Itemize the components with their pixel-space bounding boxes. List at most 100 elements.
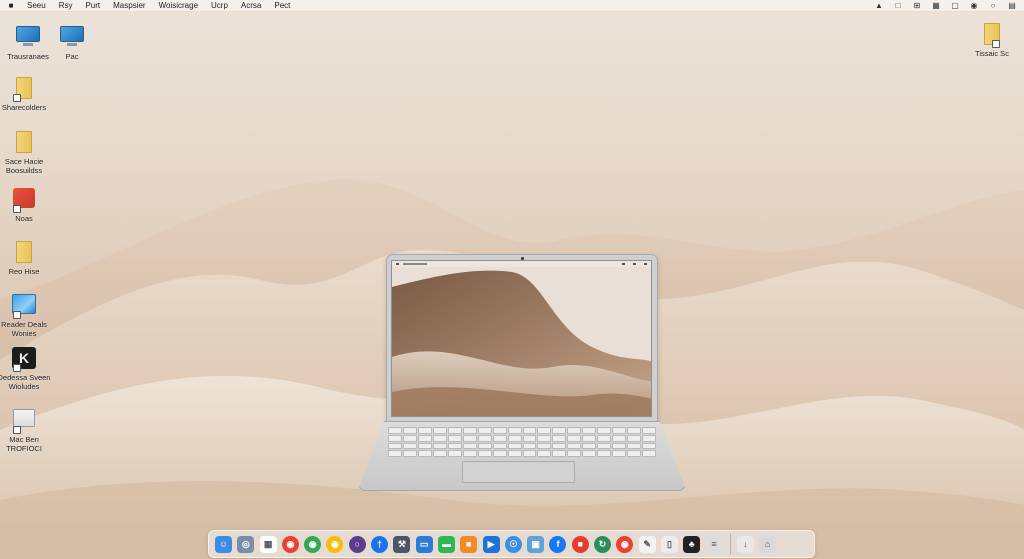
keyboard-key (417, 427, 432, 434)
calendar-icon[interactable]: ▦ (932, 2, 940, 10)
sync-icon[interactable]: ↻ (594, 535, 612, 553)
calendar-icon[interactable]: ▦ (259, 535, 277, 553)
desktop-icon-noas[interactable]: Noas (0, 186, 52, 223)
menu-item-3[interactable]: Purt (85, 1, 100, 10)
menu-item-6[interactable]: Ucrp (211, 1, 228, 10)
dock-separator (729, 534, 731, 554)
facebook-icon[interactable]: f (549, 535, 567, 553)
apple-logo-icon[interactable]: ■ (5, 1, 17, 10)
tools-icon[interactable]: ⚒ (393, 535, 411, 553)
desktop-icon-pac[interactable]: Pac (44, 22, 100, 61)
downloads-icon[interactable]: ↓ (736, 535, 754, 553)
tor-icon[interactable]: ○ (348, 535, 366, 553)
keyboard-key (582, 450, 597, 457)
pages-icon[interactable]: ■ (460, 535, 478, 553)
chrome-icon[interactable]: ◉ (281, 535, 299, 553)
menu-item-7[interactable]: Acrsa (241, 1, 261, 10)
keyboard-key (388, 427, 402, 434)
stop-icon[interactable]: ■ (571, 535, 589, 553)
alias-arrow-icon (992, 40, 1000, 48)
keyboard-key (492, 450, 507, 457)
keyboard-key (552, 450, 567, 457)
launchpad-icon[interactable]: ◎ (237, 535, 255, 553)
keyboard-key (552, 434, 567, 442)
keyboard-key (477, 434, 492, 442)
desktop-icon-label: Dedessa Sveen Wioludes (0, 373, 51, 391)
preview-icon[interactable]: ▣ (527, 535, 545, 553)
chrome-icon[interactable]: ◉ (304, 535, 322, 553)
menu-item-4[interactable]: Maspsier (113, 1, 145, 10)
keyboard-key (567, 427, 582, 434)
sound-icon[interactable]: ◉ (970, 2, 978, 10)
alias-arrow-icon (13, 311, 21, 319)
desktop-icon-label: Tissaic Sc (975, 49, 1009, 58)
keyboard-key (417, 442, 432, 450)
desktop-icon-sharecolders[interactable]: Sharecolders (0, 76, 52, 112)
desktop-icon-label: Sace Hacie Boosuildss (4, 157, 44, 175)
keyboard-key (597, 442, 612, 450)
keyboard-key (507, 442, 522, 450)
window-icon[interactable]: □ (894, 2, 902, 10)
mini-wallpaper (392, 267, 651, 416)
keyboard-key (462, 442, 477, 450)
keyboard-key (388, 434, 402, 442)
keyboard-key (612, 427, 627, 434)
search-icon[interactable]: ○ (989, 2, 997, 10)
desktop-icon-label: Mac Ben TROFIOCI (6, 435, 42, 453)
keyboard-key (402, 450, 417, 457)
keyboard-key (552, 427, 567, 434)
keyboard-key (522, 427, 537, 434)
menu-item-5[interactable]: Woisicrage (159, 1, 198, 10)
control-center-icon[interactable]: ▤ (1008, 2, 1016, 10)
keynote-icon[interactable]: ▭ (415, 535, 433, 553)
keyboard-key (627, 427, 642, 434)
menu-items: Seeu Rsy Purt Maspsier Woisicrage Ucrp A… (27, 1, 303, 10)
menu-item-2[interactable]: Rsy (59, 1, 73, 10)
keyboard-key (492, 434, 507, 442)
tux-icon[interactable]: ♣ (683, 535, 701, 553)
desktop-icon-tissaic[interactable]: Tissaic Sc (964, 22, 1020, 58)
desktop-icon-dedessa[interactable]: K Dedessa Sveen Wioludes (0, 346, 52, 391)
trash-icon[interactable]: ⌂ (759, 535, 777, 553)
keyboard-key (597, 427, 612, 434)
keyboard-key (462, 427, 477, 434)
alias-arrow-icon (13, 94, 21, 102)
eject-icon[interactable]: ▲ (875, 2, 883, 10)
desktop-icon-mac-ben[interactable]: Mac Ben TROFIOCI (0, 406, 52, 453)
safari-icon[interactable]: ☉ (504, 535, 522, 553)
monitor-icon (16, 26, 40, 46)
script-icon[interactable]: ≡ (705, 535, 723, 553)
keyboard-key (612, 434, 627, 442)
keyboard-key (417, 450, 432, 457)
laptop-trackpad (462, 461, 575, 483)
keyboard-key (642, 427, 656, 434)
play-icon[interactable]: ▶ (482, 535, 500, 553)
keyboard-key (582, 442, 597, 450)
messages-icon[interactable]: ▬ (437, 535, 455, 553)
desktop-icon-reader[interactable]: Reader Deals Wonies (0, 292, 52, 338)
desktop-icon-reo-hise[interactable]: Reo Hise (0, 240, 52, 276)
doc-icon[interactable]: ▯ (660, 535, 678, 553)
document-icon (13, 409, 35, 427)
chrome-icon[interactable]: ◉ (616, 535, 634, 553)
keyboard-key (522, 442, 537, 450)
video-icon[interactable]: ▢ (951, 2, 959, 10)
keyboard-key (537, 427, 552, 434)
desktop-icon-sace-folder[interactable]: Sace Hacie Boosuildss (0, 130, 52, 175)
finder-icon[interactable]: ☺ (215, 535, 232, 553)
keyboard-key (642, 434, 656, 442)
keyboard-key (612, 450, 627, 457)
keyboard-key (522, 450, 537, 457)
keyboard-key (447, 427, 462, 434)
chrome-icon[interactable]: ◉ (326, 535, 344, 553)
pin-icon[interactable]: † (371, 535, 389, 553)
keyboard-key (597, 434, 612, 442)
menu-item-8[interactable]: Pect (274, 1, 290, 10)
keyboard-key (462, 434, 477, 442)
menu-bar: ■ Seeu Rsy Purt Maspsier Woisicrage Ucrp… (0, 0, 1024, 12)
menu-item-1[interactable]: Seeu (27, 1, 46, 10)
textedit-icon[interactable]: ✎ (638, 535, 656, 553)
desktop-icon-label: Pac (65, 52, 79, 61)
keyboard-key (477, 450, 492, 457)
grid-icon[interactable]: ⊞ (913, 2, 921, 10)
